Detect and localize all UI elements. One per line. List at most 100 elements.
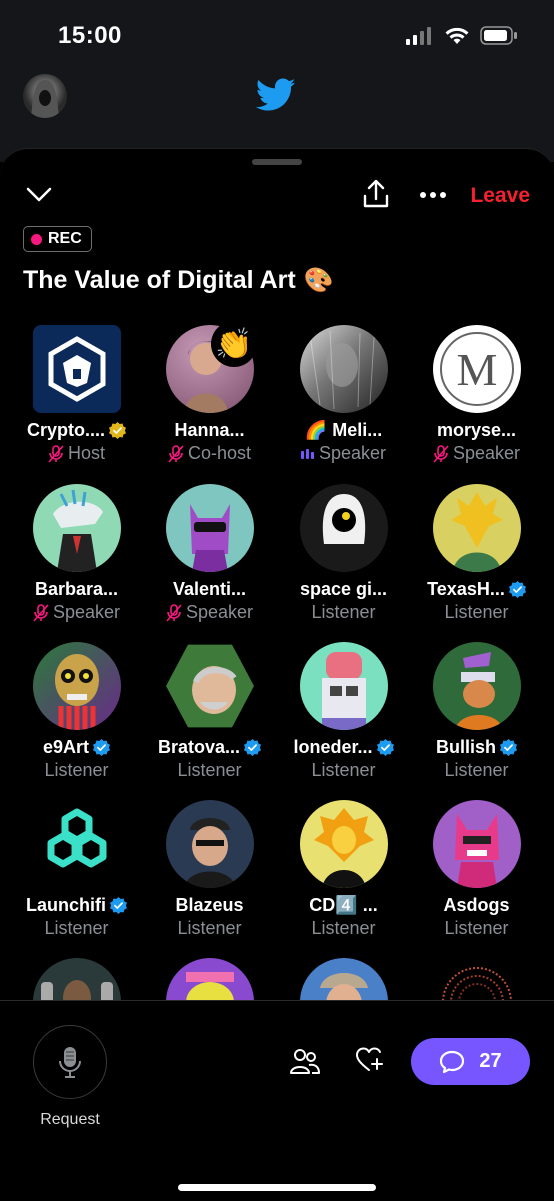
participant-name-row: Asdogs <box>410 895 543 916</box>
participant-name: Bratova... <box>157 737 241 757</box>
participant-name-row: Bullish <box>410 737 543 758</box>
participant-avatar <box>300 800 388 888</box>
recording-badge: REC <box>23 226 92 252</box>
space-title: The Value of Digital Art 🎨 <box>23 266 334 295</box>
home-indicator[interactable] <box>178 1184 376 1191</box>
verified-gold-icon <box>109 422 126 439</box>
participant-role: Listener <box>444 760 509 780</box>
verified-blue-icon <box>110 897 127 914</box>
participant-name-row: Launchifi <box>10 895 143 916</box>
participant-name-row: Valenti... <box>143 579 276 600</box>
participant-name-row: Bratova... <box>143 737 276 758</box>
participant-name-row: TexasH... <box>410 579 543 600</box>
participant-role-row: Listener <box>277 760 410 781</box>
participant-name: Bullish <box>435 737 496 757</box>
participant-name: moryse... <box>436 420 517 440</box>
heart-plus-icon[interactable] <box>356 1047 384 1073</box>
share-icon[interactable] <box>362 179 390 209</box>
chevron-down-icon[interactable] <box>26 187 52 203</box>
participant-role-row: Listener <box>277 602 410 623</box>
verified-blue-icon <box>376 739 394 756</box>
verified-blue-icon <box>93 739 111 756</box>
participant-avatar <box>166 800 254 888</box>
status-time: 15:00 <box>58 22 122 49</box>
participant-role: Listener <box>311 602 376 622</box>
participant-role-row: Listener <box>277 918 410 939</box>
comment-bubble-icon <box>440 1050 465 1073</box>
participant-name-row: moryse... <box>410 420 543 441</box>
wifi-icon <box>445 27 469 44</box>
participant-avatar <box>33 800 121 888</box>
participant-avatar <box>166 484 254 572</box>
sheet-grabber[interactable] <box>252 159 302 165</box>
participant-role-row: Speaker <box>10 602 143 623</box>
participant-role-row: Listener <box>143 760 276 781</box>
participant-avatar <box>166 958 254 1001</box>
participant-role: Co-host <box>187 443 252 463</box>
palette-emoji: 🎨 <box>303 267 334 294</box>
comment-count: 27 <box>479 1050 502 1072</box>
participant-avatar <box>300 642 388 730</box>
participant-role-row: Listener <box>410 760 543 781</box>
participant-avatar <box>33 642 121 730</box>
participant-role-row: Co-host <box>143 443 276 464</box>
participant-name-row: e9Art <box>10 737 143 758</box>
cellular-signal-icon <box>406 26 431 45</box>
participant-role-row: Listener <box>143 918 276 939</box>
request-mic-button[interactable] <box>33 1025 107 1099</box>
participant-name: Valenti... <box>172 579 247 599</box>
participant-role: Speaker <box>185 602 254 622</box>
participant-name-row: loneder... <box>277 737 410 758</box>
participant-name-row: Hanna... <box>143 420 276 441</box>
participant-role: Listener <box>44 760 109 780</box>
participant-role: Speaker <box>318 443 387 463</box>
participant-name: 🌈 Meli... <box>304 420 383 440</box>
participant-name-row: space gi... <box>277 579 410 600</box>
participant-role-row: Host <box>10 443 143 464</box>
people-icon[interactable] <box>290 1047 320 1075</box>
participant-name: Launchifi <box>26 895 106 915</box>
participant-avatar <box>433 800 521 888</box>
participant-role-row: Speaker <box>277 443 410 464</box>
participant-role: Listener <box>444 602 509 622</box>
participant-name-row: Barbara... <box>10 579 143 600</box>
participant-role: Host <box>67 443 105 463</box>
participant-avatar <box>433 958 521 1001</box>
participant-role-row: Listener <box>10 760 143 781</box>
participant-name: TexasH... <box>427 579 505 599</box>
participant-name: space gi... <box>299 579 388 599</box>
participant-name: Barbara... <box>34 579 119 599</box>
leave-button[interactable]: Leave <box>470 184 530 208</box>
participant-role: Listener <box>311 760 376 780</box>
participant-name: Asdogs <box>443 895 510 915</box>
participant-role-row: Speaker <box>143 602 276 623</box>
participant-role: Listener <box>177 918 242 938</box>
participant-role-row: Listener <box>410 918 543 939</box>
participant-avatar <box>33 958 121 1001</box>
comments-button[interactable]: 27 <box>411 1038 530 1085</box>
participant-name: CD4️⃣ ... <box>309 895 378 915</box>
more-options-icon[interactable] <box>419 191 447 199</box>
participant-role: Listener <box>444 918 509 938</box>
participant-role-row: Listener <box>10 918 143 939</box>
mic-muted-icon <box>33 603 49 622</box>
svg-text:M: M <box>457 344 498 395</box>
participant-role-row: Speaker <box>410 443 543 464</box>
participant-role: Listener <box>311 918 376 938</box>
participant-avatar <box>300 958 388 1001</box>
recording-dot-icon <box>31 233 42 245</box>
battery-icon <box>480 26 517 45</box>
participant-avatar <box>300 484 388 572</box>
participant-name: Crypto.... <box>26 420 105 440</box>
speaking-indicator-icon <box>300 448 314 459</box>
participant-name-row: Blazeus <box>143 895 276 916</box>
participant-name: Blazeus <box>175 895 244 915</box>
twitter-bird-icon <box>256 78 296 111</box>
participant-name-row: 🌈 Meli... <box>277 420 410 441</box>
profile-avatar[interactable] <box>23 74 67 118</box>
status-bar: 15:00 <box>0 0 554 72</box>
participant-avatar <box>166 644 254 728</box>
participant-avatar <box>33 325 121 413</box>
space-title-text: The Value of Digital Art <box>23 266 296 294</box>
verified-blue-icon <box>508 581 526 598</box>
